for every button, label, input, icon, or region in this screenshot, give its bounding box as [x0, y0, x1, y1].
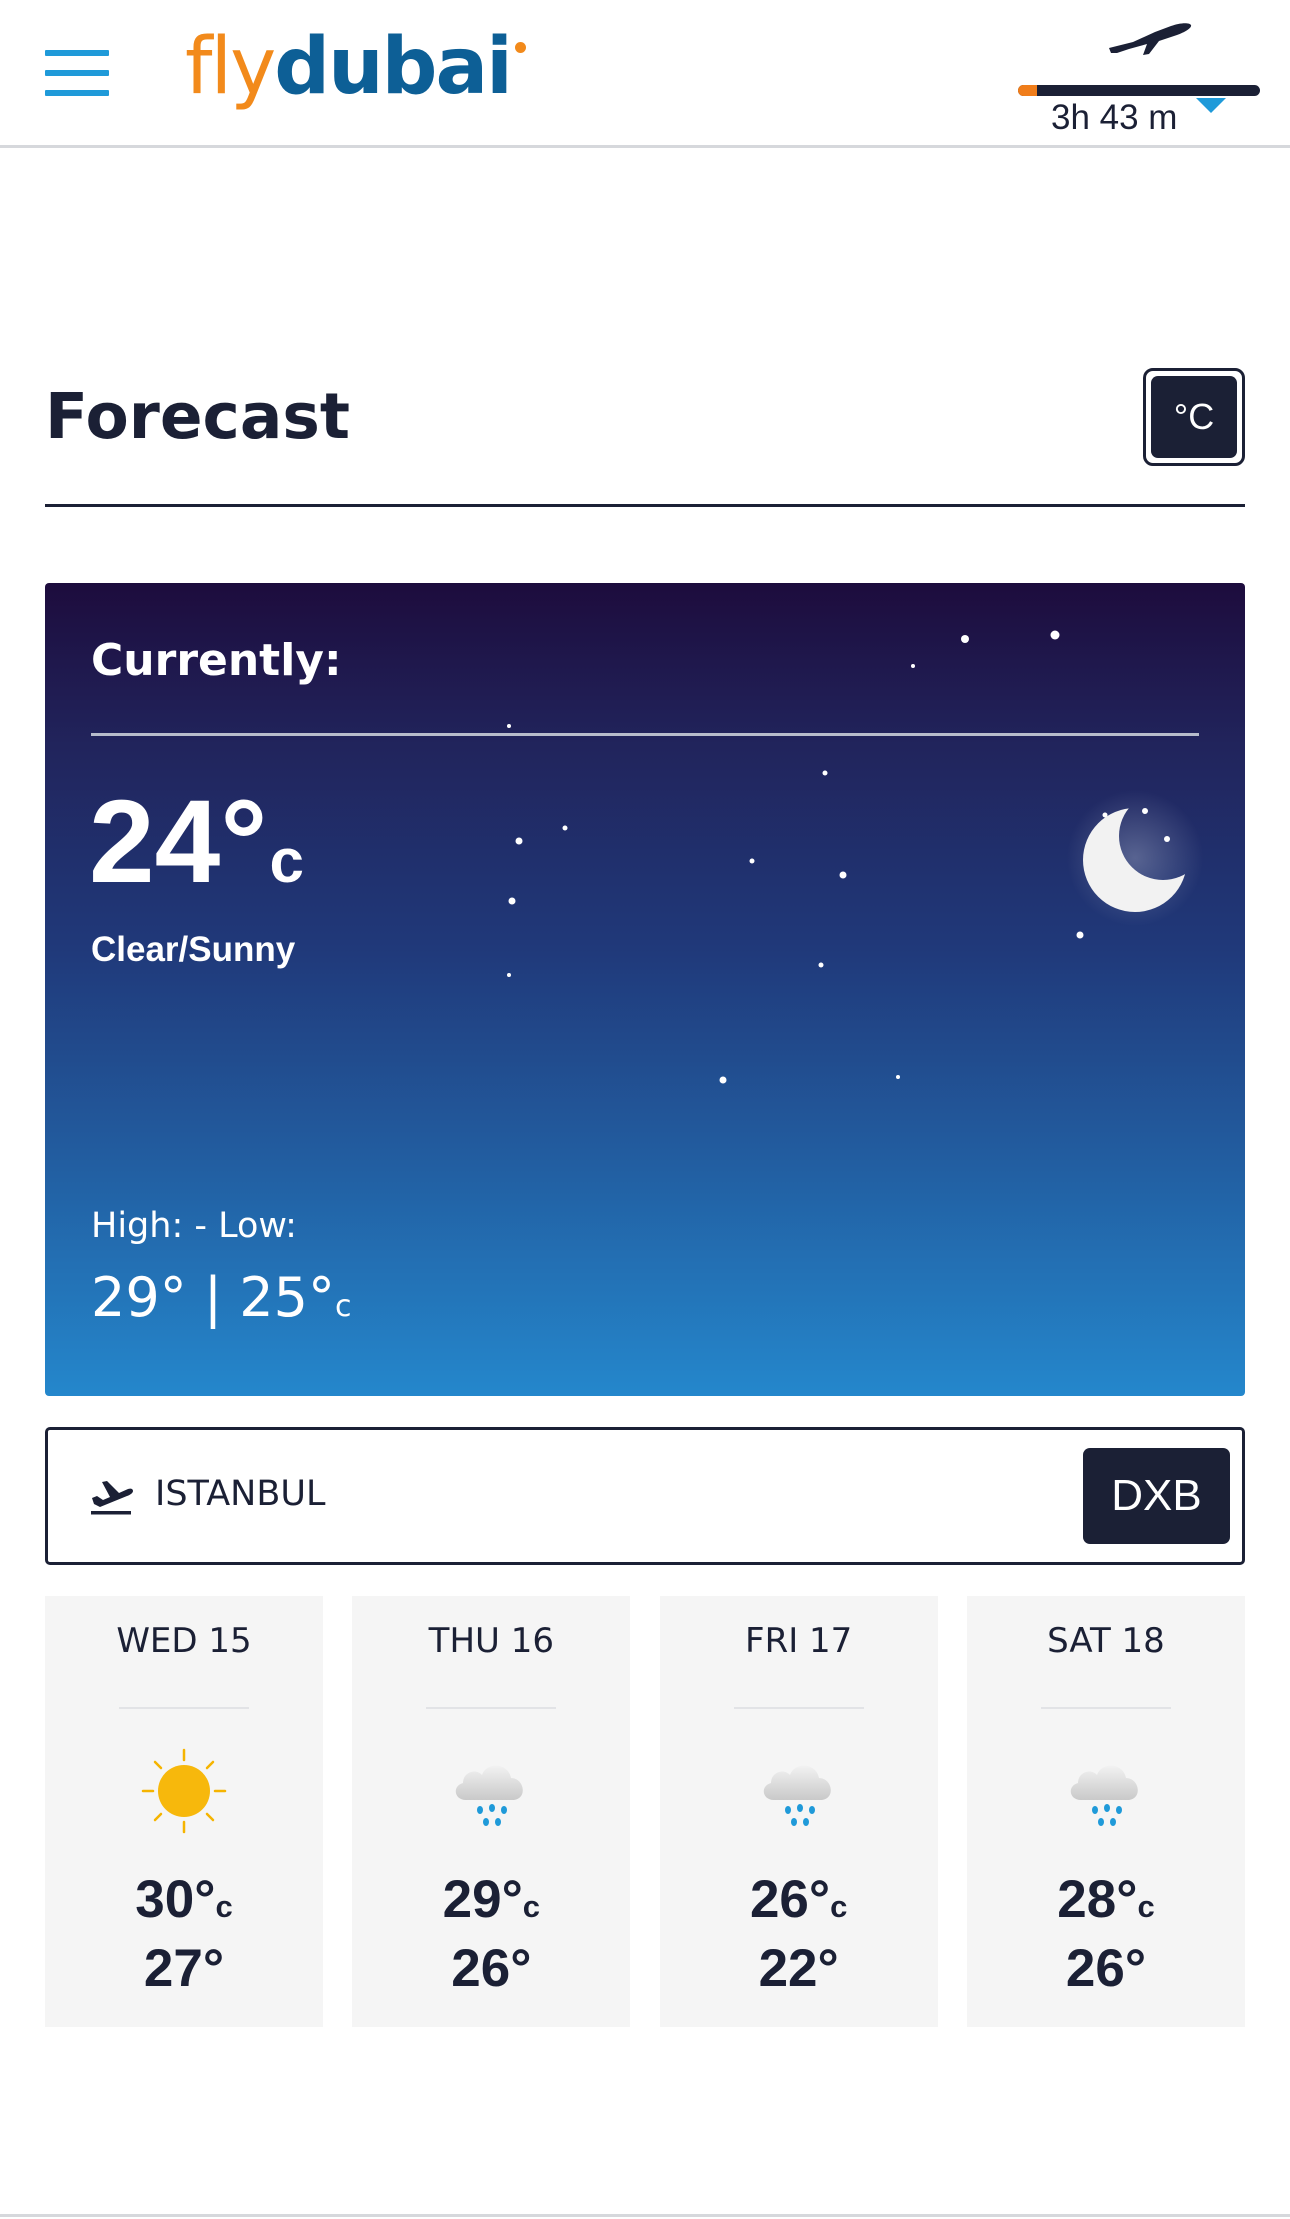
temperature-unit-label: °C	[1151, 376, 1237, 458]
temperature-unit-toggle[interactable]: °C	[1143, 368, 1245, 466]
high-low-values: 29° | 25°c	[91, 1266, 351, 1329]
rain-cloud-icon	[763, 1765, 831, 1826]
day-high-value: 30°	[135, 1870, 216, 1929]
day-high-unit: c	[830, 1889, 848, 1924]
currently-label: Currently:	[91, 635, 342, 686]
day-high-value: 29°	[442, 1870, 523, 1929]
day-high-unit: c	[1137, 1889, 1155, 1924]
day-card-wed[interactable]: WED 15 30°c 27°	[45, 1596, 323, 2027]
day-label: WED 15	[116, 1621, 252, 1661]
current-temperature-value: 24°	[89, 776, 268, 908]
daily-forecast-list: WED 15 30°c 27° THU 16 29°c 26° FRI 17 2…	[45, 1596, 1245, 2027]
day-low-temperature: 26°	[451, 1939, 532, 1998]
day-card-thu[interactable]: THU 16 29°c 26°	[352, 1596, 631, 2027]
bottom-divider	[0, 2214, 1290, 2217]
current-condition: Clear/Sunny	[91, 930, 296, 969]
day-label: THU 16	[428, 1621, 554, 1661]
day-high-temperature: 29°c	[352, 1869, 630, 1930]
day-high-value: 26°	[749, 1870, 831, 1929]
app-header: fly dubai 3h 43 m	[0, 0, 1290, 148]
caret-down-icon[interactable]	[1196, 98, 1226, 113]
day-low-temperature: 26°	[1065, 1939, 1147, 1998]
page-title: Forecast	[45, 380, 351, 453]
current-weather-card: Currently: 24°c Clear/Sunny High: - Low:…	[45, 583, 1245, 1396]
day-label: FRI 17	[745, 1621, 853, 1661]
day-card-sat[interactable]: SAT 18 28°c 26°	[966, 1596, 1245, 2027]
hamburger-line	[45, 50, 109, 56]
day-high-temperature: 30°c	[45, 1869, 323, 1930]
flight-progress-widget[interactable]: 3h 43 m	[1018, 18, 1263, 138]
high-low-temperatures: 29° | 25°	[91, 1266, 335, 1329]
logo-dot	[514, 42, 526, 53]
flight-progress-fill	[1018, 85, 1038, 96]
day-high-unit: c	[522, 1889, 541, 1924]
airplane-icon	[1109, 23, 1192, 55]
day-low-temperature: 27°	[143, 1939, 225, 1998]
day-high-temperature: 26°c	[660, 1869, 938, 1930]
logo-fly-text: fly	[185, 22, 276, 112]
takeoff-icon	[91, 1481, 133, 1515]
flight-progress-bar	[1018, 85, 1260, 96]
airport-code-button[interactable]: DXB	[1083, 1448, 1230, 1544]
hamburger-menu-icon[interactable]	[45, 50, 109, 96]
current-temperature: 24°c	[89, 783, 304, 901]
day-label: SAT 18	[1047, 1621, 1165, 1661]
flydubai-logo[interactable]: fly dubai	[185, 22, 526, 112]
day-divider	[1040, 1707, 1171, 1709]
card-divider	[91, 733, 1199, 736]
high-low-label: High: - Low:	[91, 1206, 297, 1246]
high-low-unit: c	[334, 1289, 352, 1324]
logo-dubai-text: dubai	[274, 22, 513, 112]
day-divider	[733, 1707, 864, 1709]
day-high-value: 28°	[1057, 1870, 1138, 1929]
hamburger-line	[45, 70, 109, 76]
moon-icon	[1067, 790, 1203, 926]
hamburger-line	[45, 90, 109, 96]
title-divider	[45, 504, 1245, 507]
day-high-unit: c	[215, 1889, 233, 1924]
location-city: ISTANBUL	[155, 1474, 326, 1514]
rain-cloud-icon	[456, 1765, 524, 1826]
day-card-fri[interactable]: FRI 17 26°c 22°	[659, 1596, 938, 2027]
rain-cloud-icon	[1070, 1765, 1138, 1826]
current-temperature-unit: c	[269, 827, 304, 896]
day-low-temperature: 22°	[758, 1939, 839, 1998]
flight-remaining-time: 3h 43 m	[1051, 98, 1178, 137]
sun-icon	[141, 1748, 227, 1834]
day-divider	[119, 1707, 249, 1709]
location-selector[interactable]: ISTANBUL DXB	[45, 1427, 1245, 1565]
day-divider	[426, 1707, 557, 1709]
day-high-temperature: 28°c	[967, 1869, 1245, 1930]
